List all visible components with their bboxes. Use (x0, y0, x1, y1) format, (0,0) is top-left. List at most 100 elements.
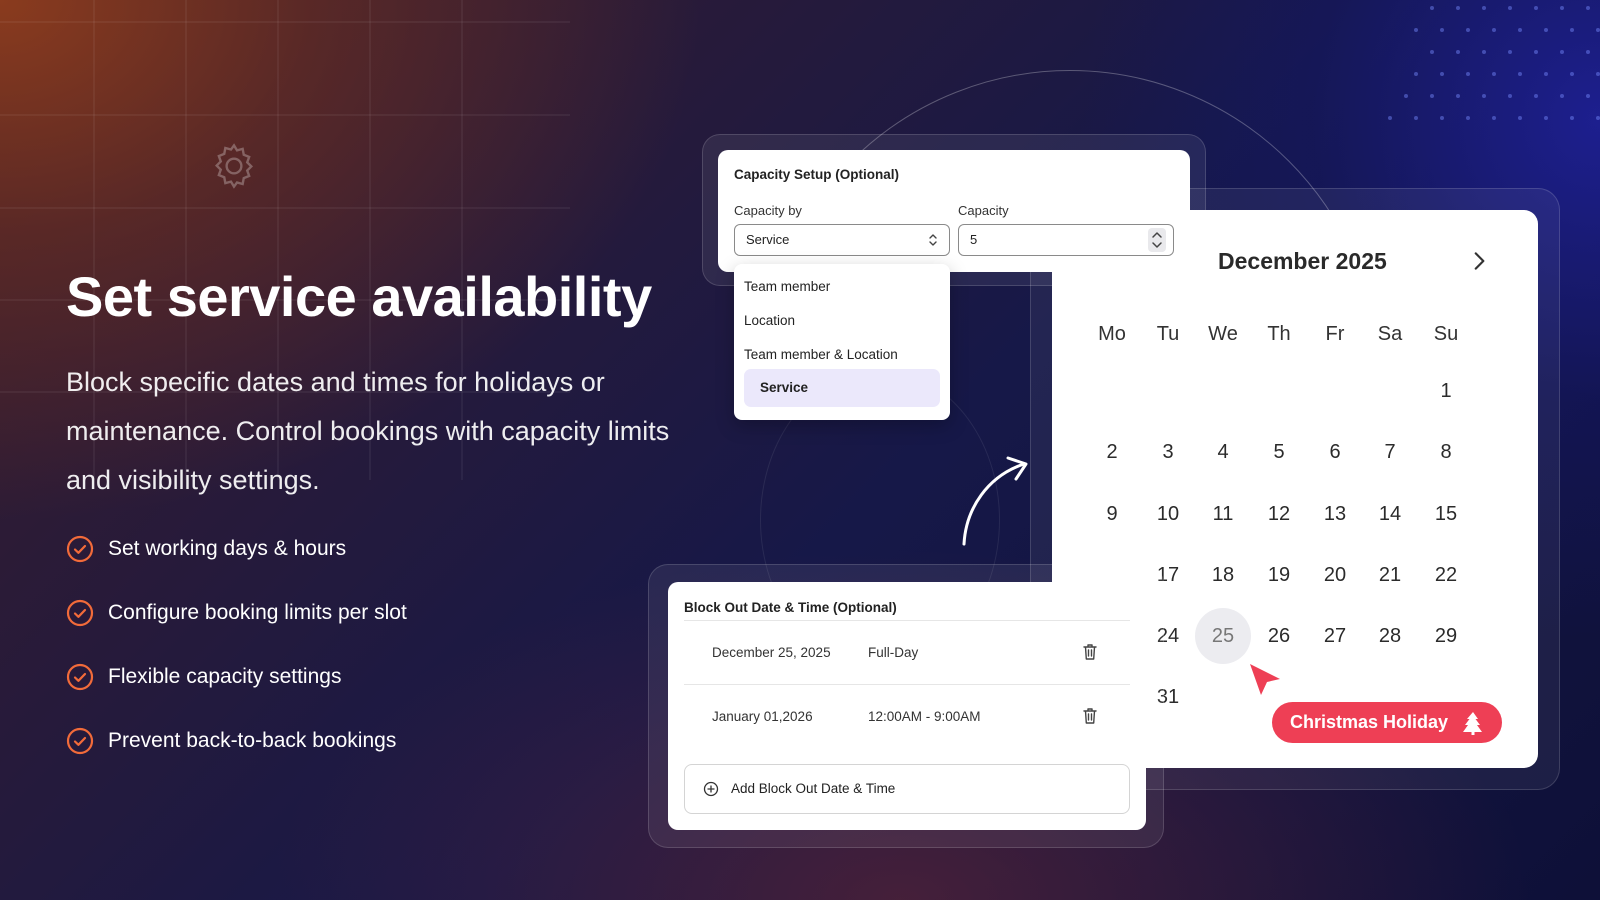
decorative-dot (1414, 116, 1418, 120)
decorative-dot (1440, 28, 1444, 32)
chevron-up-down-icon (929, 234, 937, 246)
block-out-row: January 01,2026 12:00AM - 9:00AM (684, 684, 1130, 750)
decorative-dots (1388, 6, 1600, 120)
trash-icon[interactable] (1082, 707, 1098, 725)
weekday-label: Sa (1377, 323, 1403, 345)
calendar-day[interactable]: 6 (1307, 424, 1363, 480)
calendar-day[interactable]: 18 (1195, 547, 1251, 603)
calendar-day[interactable]: 21 (1362, 547, 1418, 603)
chevron-right-icon[interactable] (1466, 248, 1492, 274)
calendar-day[interactable]: 27 (1307, 608, 1363, 664)
stepper-arrows-icon (1152, 232, 1162, 248)
weekday-label: Su (1433, 323, 1459, 345)
feature-label: Flexible capacity settings (108, 665, 342, 688)
decorative-dot (1560, 94, 1564, 98)
calendar-month-title: December 2025 (1218, 248, 1387, 274)
decorative-dot (1466, 28, 1470, 32)
dropdown-option[interactable]: Team member & Location (744, 338, 940, 372)
capacity-input[interactable]: 5 (958, 224, 1174, 256)
curved-arrow-icon (962, 456, 1028, 546)
calendar-day[interactable]: 5 (1251, 424, 1307, 480)
calendar-day[interactable]: 19 (1251, 547, 1307, 603)
page-title: Set service availability (66, 265, 652, 328)
decorative-dot (1430, 94, 1434, 98)
calendar-day[interactable]: 4 (1195, 424, 1251, 480)
calendar-day[interactable]: 14 (1362, 486, 1418, 542)
feature-item: Flexible capacity settings (66, 662, 407, 692)
decorative-dot (1544, 28, 1548, 32)
decorative-dot (1570, 116, 1574, 120)
calendar-day[interactable]: 22 (1418, 547, 1474, 603)
capacity-stepper[interactable] (1148, 228, 1166, 252)
feature-label: Set working days & hours (108, 537, 347, 560)
calendar-day[interactable]: 9 (1084, 486, 1140, 542)
feature-item: Configure booking limits per slot (66, 598, 407, 628)
holiday-label: Christmas Holiday (1290, 712, 1449, 732)
block-out-card: Block Out Date & Time (Optional) Decembe… (668, 582, 1146, 830)
calendar-day[interactable]: 3 (1140, 424, 1196, 480)
add-block-out-button[interactable]: Add Block Out Date & Time (684, 764, 1130, 814)
block-out-time: 12:00AM - 9:00AM (868, 709, 981, 724)
christmas-tree-icon (1463, 712, 1483, 735)
feature-label: Prevent back-to-back bookings (108, 729, 397, 752)
capacity-title: Capacity Setup (Optional) (734, 167, 900, 182)
decorative-dot (1534, 94, 1538, 98)
cursor-pointer-icon (1250, 664, 1280, 695)
capacity-by-value: Service (746, 232, 790, 247)
decorative-dot (1388, 116, 1392, 120)
decorative-dot (1414, 28, 1418, 32)
decorative-dot (1596, 72, 1600, 76)
decorative-dot (1456, 94, 1460, 98)
dropdown-option-selected[interactable]: Service (744, 369, 940, 407)
calendar-day[interactable]: 26 (1251, 608, 1307, 664)
feature-label: Configure booking limits per slot (108, 601, 407, 624)
weekday-label: Tu (1156, 323, 1180, 345)
decorative-dot (1456, 6, 1460, 10)
capacity-value: 5 (970, 232, 978, 247)
calendar-day[interactable]: 28 (1362, 608, 1418, 664)
block-out-time: Full-Day (868, 645, 919, 660)
decorative-dot (1560, 6, 1564, 10)
calendar-day[interactable]: 2 (1084, 424, 1140, 480)
decorative-dot (1430, 50, 1434, 54)
feature-list: Set working days & hours Configure booki… (66, 534, 407, 790)
add-block-out-label: Add Block Out Date & Time (731, 781, 896, 796)
decorative-dot (1466, 72, 1470, 76)
dropdown-option[interactable]: Location (744, 304, 940, 338)
calendar-day-selected[interactable]: 25 (1195, 608, 1251, 664)
gear-icon (214, 143, 254, 189)
calendar-day[interactable]: 29 (1418, 608, 1474, 664)
calendar-day[interactable]: 12 (1251, 486, 1307, 542)
capacity-by-select[interactable]: Service (734, 224, 950, 256)
decorative-dot (1560, 50, 1564, 54)
decorative-dot (1586, 6, 1590, 10)
calendar-day[interactable]: 13 (1307, 486, 1363, 542)
decorative-dot (1586, 94, 1590, 98)
weekday-label: Fr (1325, 323, 1345, 345)
weekday-label: Th (1267, 323, 1291, 345)
feature-item: Prevent back-to-back bookings (66, 726, 407, 756)
calendar-day[interactable]: 1 (1418, 363, 1474, 419)
calendar-day[interactable]: 8 (1418, 424, 1474, 480)
decorative-dot (1492, 28, 1496, 32)
check-circle-icon (66, 599, 94, 627)
decorative-dot (1492, 72, 1496, 76)
capacity-by-label: Capacity by (734, 203, 802, 218)
trash-icon[interactable] (1082, 643, 1098, 661)
calendar-day[interactable]: 10 (1140, 486, 1196, 542)
decorative-dot (1570, 28, 1574, 32)
calendar-day[interactable]: 15 (1418, 486, 1474, 542)
calendar-day[interactable]: 7 (1362, 424, 1418, 480)
capacity-by-dropdown: Team member Location Team member & Locat… (734, 264, 950, 420)
calendar-day[interactable]: 20 (1307, 547, 1363, 603)
calendar-day[interactable]: 11 (1195, 486, 1251, 542)
check-circle-icon (66, 727, 94, 755)
decorative-dot (1466, 116, 1470, 120)
check-circle-icon (66, 663, 94, 691)
decorative-dot (1586, 50, 1590, 54)
decorative-dot (1596, 116, 1600, 120)
decorative-dot (1508, 6, 1512, 10)
holiday-badge: Christmas Holiday (1272, 702, 1503, 743)
dropdown-option[interactable]: Team member (744, 270, 940, 304)
decorative-dot (1440, 116, 1444, 120)
